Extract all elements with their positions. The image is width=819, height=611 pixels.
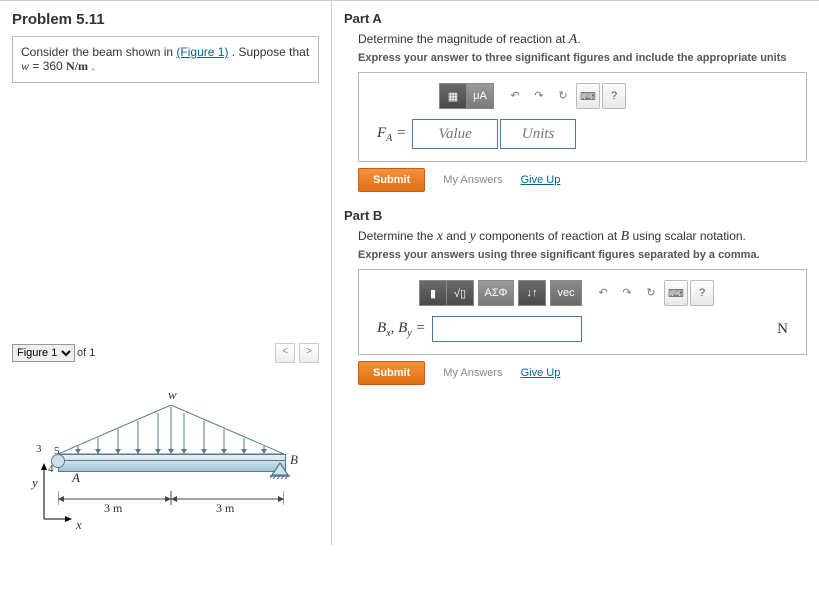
label-y: y [32, 475, 38, 491]
figure-select[interactable]: Figure 1 [12, 344, 75, 362]
keyboard-button[interactable]: ⌨ [576, 83, 600, 109]
problem-text-2: . Suppose that [228, 45, 309, 59]
redo-button[interactable]: ↷ [528, 83, 550, 107]
label-dim2: 3 m [216, 501, 234, 516]
reset-button[interactable]: ↻ [552, 83, 574, 107]
support-b-icon [270, 461, 290, 479]
part-b-value-input[interactable] [432, 316, 582, 342]
label-4: 4 [48, 463, 54, 475]
label-B: B [290, 452, 298, 468]
part-a-format: Express your answer to three significant… [358, 52, 807, 64]
problem-statement: Consider the beam shown in (Figure 1) . … [12, 36, 319, 83]
keyboard-button-b[interactable]: ⌨ [664, 280, 688, 306]
redo-button-b[interactable]: ↷ [616, 280, 638, 304]
label-A: A [72, 470, 80, 486]
problem-text-3: . [88, 59, 95, 73]
figure-next-button[interactable]: > [299, 343, 319, 363]
part-b-submit-button[interactable]: Submit [358, 361, 425, 385]
label-5: 5 [54, 445, 60, 457]
part-b-instruction: Determine the x and y components of reac… [358, 229, 807, 245]
problem-title: Problem 5.11 [0, 7, 331, 36]
part-a-give-up[interactable]: Give Up [521, 174, 561, 186]
figure-link[interactable]: (Figure 1) [176, 45, 228, 59]
figure-prev-button[interactable]: < [275, 343, 295, 363]
part-b-answer-box: ▮ √▯ ΑΣΦ ↓↑ vec ↶ ↷ ↻ ⌨ ? [358, 269, 807, 355]
tb-greek-button[interactable]: ΑΣΦ [479, 281, 513, 305]
help-button[interactable]: ? [602, 83, 626, 109]
part-a-value-input[interactable] [412, 119, 498, 149]
undo-button-b[interactable]: ↶ [592, 280, 614, 304]
part-b-my-answers[interactable]: My Answers [443, 367, 502, 379]
part-b-unit: N [777, 321, 788, 338]
part-b-heading: Part B [344, 208, 807, 223]
toolbar-templates-icon[interactable]: ▦ [440, 84, 467, 108]
tb-subscript-button[interactable]: ↓↑ [519, 281, 545, 305]
part-a-submit-button[interactable]: Submit [358, 168, 425, 192]
tb-vec-button[interactable]: vec [551, 281, 581, 305]
part-b-give-up[interactable]: Give Up [521, 367, 561, 379]
part-a-units-input[interactable] [500, 119, 576, 149]
toolbar-mu-a-button[interactable]: μA [467, 84, 493, 108]
undo-button[interactable]: ↶ [504, 83, 526, 107]
label-w: w [168, 387, 177, 403]
part-a-answer-box: ▦ μA ↶ ↷ ↻ ⌨ ? FA = [358, 72, 807, 162]
tb-root-icon[interactable]: √▯ [447, 281, 473, 305]
reset-button-b[interactable]: ↻ [640, 280, 662, 304]
help-button-b[interactable]: ? [690, 280, 714, 306]
part-a-instruction: Determine the magnitude of reaction at A… [358, 32, 807, 48]
part-a-heading: Part A [344, 11, 807, 26]
label-x: x [76, 517, 82, 533]
label-3: 3 [36, 443, 42, 455]
figure-diagram: w A B y x 3 4 5 3 m 3 m [12, 365, 319, 535]
part-a-eq-label: FA = [377, 125, 406, 144]
figure-count: of 1 [77, 347, 95, 359]
part-b-format: Express your answers using three signifi… [358, 249, 807, 261]
part-b-eq-label: Bx, By = [377, 320, 426, 339]
part-a-my-answers[interactable]: My Answers [443, 174, 502, 186]
problem-eq: = 360 [29, 59, 66, 73]
problem-var: w [21, 59, 29, 73]
problem-text-1: Consider the beam shown in [21, 45, 176, 59]
label-dim1: 3 m [104, 501, 122, 516]
tb-template-icon[interactable]: ▮ [420, 281, 447, 305]
problem-unit: N/m [66, 59, 88, 73]
